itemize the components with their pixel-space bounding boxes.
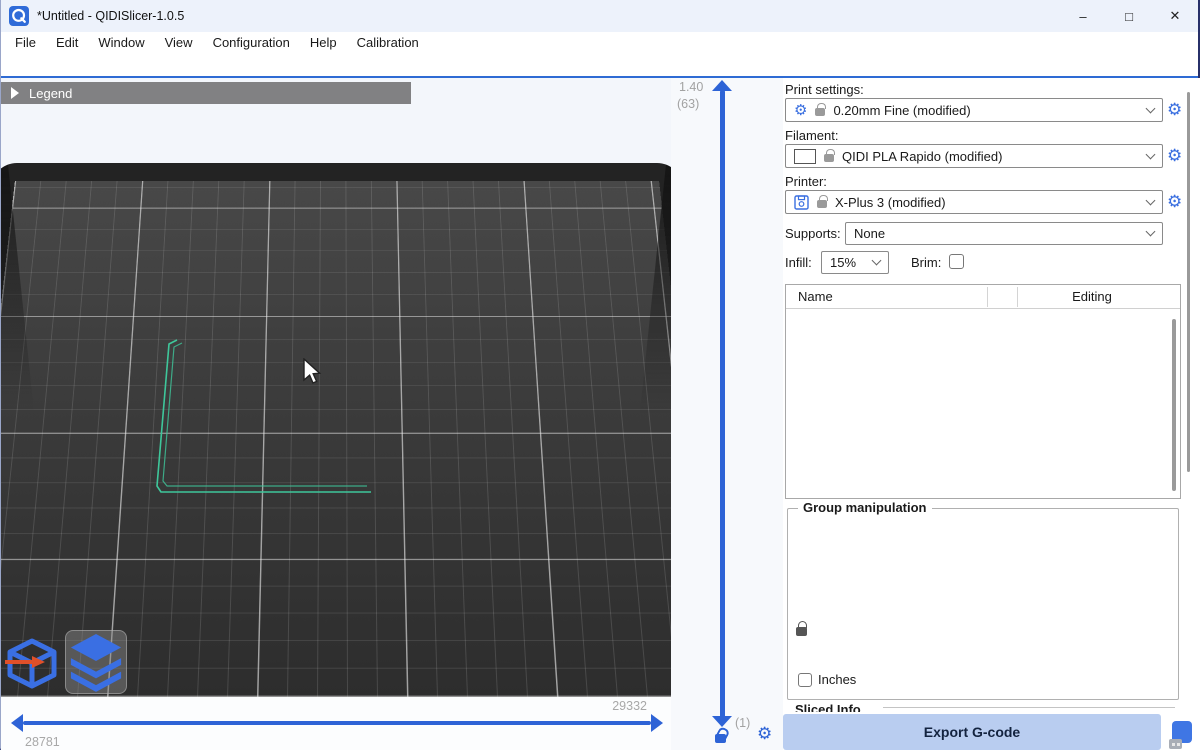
infill-value: 15% [830,255,865,270]
horizontal-slider-track[interactable] [23,721,651,725]
menu-view[interactable]: View [155,35,203,50]
layer-slider-top-layer: (63) [677,97,699,111]
menu-edit[interactable]: Edit [46,35,88,50]
gcode-range-slider: 29332 28781 [1,697,671,750]
slider-max-value: 29332 [612,699,647,713]
infill-combo[interactable]: 15% [821,251,889,274]
tab-bar [1,52,1198,78]
menu-configuration[interactable]: Configuration [203,35,300,50]
menu-bar: FileEditWindowViewConfigurationHelpCalib… [1,32,1198,52]
print-settings-edit-gear[interactable]: ⚙ [1167,101,1185,119]
brim-label: Brim: [911,255,941,270]
layer-slider-track[interactable] [720,90,725,722]
layer-slider-lower-thumb[interactable] [712,716,732,727]
window-title: *Untitled - QIDISlicer-1.0.5 [37,9,184,23]
app-window: *Untitled - QIDISlicer-1.0.5 – □ ✕ FileE… [0,0,1200,750]
slider-gear-icon[interactable]: ⚙ [757,724,772,744]
column-name: Name [798,289,833,304]
preview-layers-view-button[interactable] [65,630,127,694]
printer-value: X-Plus 3 (modified) [835,195,1139,210]
print-settings-combo[interactable]: ⚙ 0.20mm Fine (modified) [785,98,1163,122]
supports-value: None [854,226,1139,241]
supports-combo[interactable]: None [845,222,1163,245]
chevron-down-icon [1146,227,1156,237]
printer-label: Printer: [785,174,827,189]
sliced-info-divider [883,707,1175,708]
chevron-down-icon [872,256,882,266]
filament-edit-gear[interactable]: ⚙ [1167,147,1185,165]
infill-label: Infill: [785,255,812,270]
lock-icon [815,108,825,116]
export-gcode-button[interactable]: Export G-code [783,714,1161,750]
close-button[interactable]: ✕ [1152,0,1198,32]
gear-icon: ⚙ [794,103,807,118]
maximize-button[interactable]: □ [1106,0,1152,32]
app-logo-icon [9,6,29,26]
object-list-scrollbar[interactable] [1172,319,1176,491]
printer-combo[interactable]: X-Plus 3 (modified) [785,190,1163,214]
print-settings-value: 0.20mm Fine (modified) [833,103,1139,118]
object-list-header: Name Editing [786,285,1180,309]
inches-label: Inches [818,672,856,687]
legend-collapsed-bar[interactable]: Legend [1,82,411,104]
horizontal-slider-left-thumb[interactable] [11,714,23,732]
column-divider [987,287,988,307]
layer-slider-upper-thumb[interactable] [712,80,732,91]
view-mode-buttons [3,626,135,694]
group-manipulation-title: Group manipulation [798,500,932,515]
group-manipulation-panel: Group manipulation Inches [787,508,1179,700]
filament-color-swatch [794,149,816,164]
object-list: Name Editing [785,284,1181,499]
chevron-down-icon [1146,103,1156,113]
inches-checkbox[interactable] [798,673,812,687]
menu-window[interactable]: Window [88,35,154,50]
filament-label: Filament: [785,128,838,143]
layer-slider-top-value: 1.40 [679,80,703,94]
layer-slider-bottom-layer: (1) [735,716,750,730]
horizontal-slider-right-thumb[interactable] [651,714,663,732]
sliced-info-label: Sliced Info [795,702,861,712]
print-settings-label: Print settings: [785,82,864,97]
axis-arrow-icon [5,656,45,671]
usb-drive-icon [1172,721,1192,743]
brim-checkbox[interactable] [949,254,964,269]
lock-icon [824,154,834,162]
menu-calibration[interactable]: Calibration [347,35,429,50]
menu-file[interactable]: File [5,35,46,50]
lock-icon [817,200,827,208]
export-to-usb-button[interactable] [1163,714,1200,750]
printer-icon [794,195,809,210]
viewport-3d[interactable]: Legend 29332 28781 [1,78,671,750]
filament-combo[interactable]: QIDI PLA Rapido (modified) [785,144,1163,168]
layer-slider-column: 1.40 (63) (1) ⚙ [671,78,783,750]
filament-value: QIDI PLA Rapido (modified) [842,149,1139,164]
expand-triangle-icon [11,87,19,99]
column-editing: Editing [1056,289,1128,304]
column-divider [1017,287,1018,307]
settings-sidebar: Print settings: ⚙ 0.20mm Fine (modified)… [783,78,1200,750]
chevron-down-icon [1146,149,1156,159]
legend-label: Legend [29,86,72,101]
supports-label: Supports: [785,226,841,241]
title-bar: *Untitled - QIDISlicer-1.0.5 – □ ✕ [1,0,1198,32]
unlock-icon[interactable] [715,734,726,743]
sidebar-scrollbar[interactable] [1187,92,1190,472]
chevron-down-icon [1146,195,1156,205]
uniform-scale-lock-icon[interactable] [796,627,807,636]
minimize-button[interactable]: – [1060,0,1106,32]
layers-icon [68,632,124,692]
printer-edit-gear[interactable]: ⚙ [1167,193,1185,211]
3d-editor-view-button[interactable] [3,634,61,694]
slider-min-value: 28781 [25,735,60,749]
menu-help[interactable]: Help [300,35,347,50]
